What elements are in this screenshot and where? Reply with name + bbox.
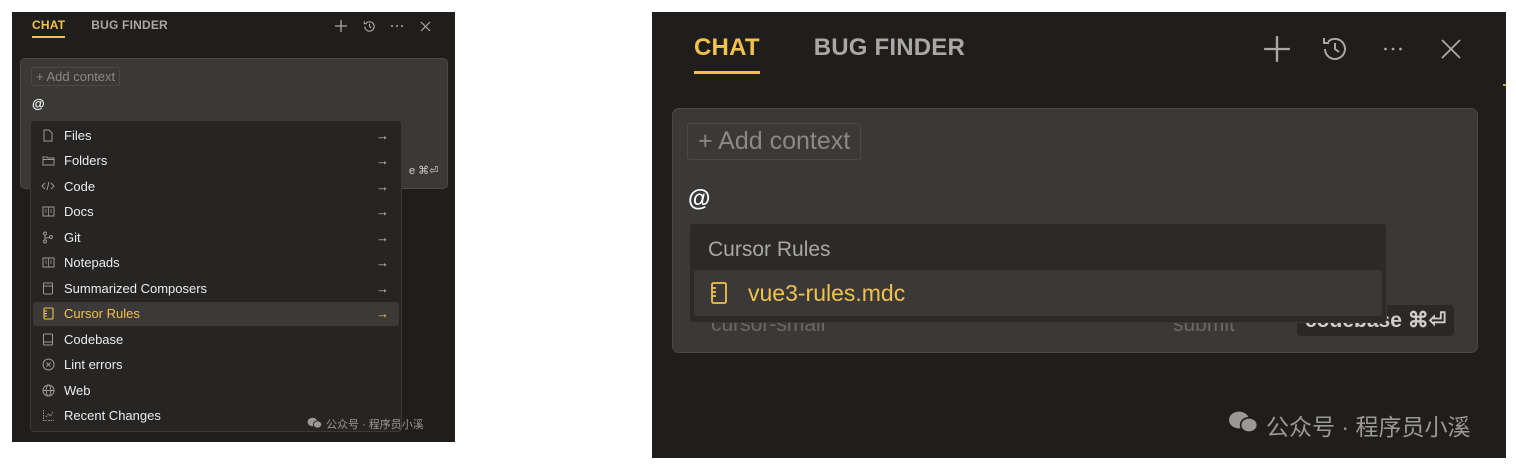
close-icon[interactable] (1432, 30, 1470, 68)
tab-bar-zoomed: CHAT BUG FINDER (694, 34, 965, 74)
folder-icon (41, 154, 55, 168)
chat-panel-right: CHAT BUG FINDER #p2 .tab.active::after{b… (652, 12, 1506, 458)
history-icon[interactable] (360, 17, 378, 35)
menu-item-label: Web (64, 382, 91, 398)
composer-icon (41, 281, 55, 295)
code-icon (41, 179, 55, 193)
menu-item-label: Code (64, 178, 96, 194)
toolbar (332, 17, 434, 35)
docs-icon (41, 205, 55, 219)
watermark-text: 公众号 · 程序员小溪 (1266, 414, 1471, 440)
arrow-right-icon: → (376, 127, 389, 143)
rule-item-label: vue3-rules.mdc (748, 279, 906, 306)
add-context-button[interactable]: + Add context (687, 123, 862, 160)
git-icon (41, 230, 55, 244)
menu-item-label: Notepads (64, 255, 120, 270)
codebase-icon (41, 332, 55, 346)
add-context-button[interactable]: + Add context (31, 67, 121, 86)
menu-item-code[interactable]: Code → (33, 174, 399, 198)
close-icon[interactable] (416, 17, 434, 35)
cursor-rules-menu: Cursor Rules vue3-rules.mdc (689, 223, 1387, 323)
rules-icon (710, 282, 728, 304)
watermark: 公众号 · 程序员小溪 (1228, 408, 1470, 442)
notepad-icon (41, 256, 55, 270)
more-icon[interactable] (388, 17, 406, 35)
arrow-right-icon: → (376, 153, 389, 168)
lint-icon (41, 358, 55, 372)
rules-icon (41, 307, 55, 321)
menu-item-notepads[interactable]: Notepads → (33, 251, 399, 275)
tab-chat[interactable]: CHAT (32, 18, 66, 38)
menu-item-lint-errors[interactable]: Lint errors (33, 353, 399, 377)
menu-item-label: Files (64, 127, 92, 143)
tab-chat[interactable]: CHAT (694, 34, 760, 74)
menu-item-summarized-composers[interactable]: Summarized Composers → (33, 276, 399, 300)
menu-item-label: Summarized Composers (64, 280, 208, 296)
focus-edge (1503, 84, 1506, 86)
history-icon[interactable] (1316, 30, 1354, 68)
menu-item-label: Codebase (64, 331, 124, 347)
mention-menu: Files → Folders → Code → Docs → Git → Notepads → Sum… (30, 120, 402, 432)
chat-panel-left: CHAT BUG FINDER #p1 .tab.active::after{b… (12, 12, 455, 442)
input-text: @ (688, 185, 711, 211)
arrow-right-icon: → (376, 204, 389, 219)
menu-item-codebase[interactable]: Codebase (33, 327, 399, 351)
watermark: 公众号 · 程序员小溪 (307, 416, 424, 432)
tab-bug-finder[interactable]: BUG FINDER (814, 34, 965, 62)
tab-bug-finder[interactable]: BUG FINDER (91, 18, 168, 32)
more-icon[interactable] (1374, 30, 1412, 68)
plus-icon[interactable] (1258, 30, 1296, 68)
codebase-hint: e ⌘⏎ (409, 165, 439, 177)
menu-item-label: Cursor Rules (64, 306, 140, 321)
plus-icon[interactable] (332, 17, 350, 35)
menu-item-web[interactable]: Web (33, 378, 399, 402)
menu-item-git[interactable]: Git → (33, 225, 399, 249)
changes-icon (41, 409, 55, 423)
menu-item-label: Recent Changes (64, 408, 161, 423)
toolbar-zoomed (1258, 30, 1470, 68)
arrow-right-icon: → (376, 306, 389, 321)
input-text: @ (32, 96, 45, 111)
menu-item-label: Git (64, 229, 81, 245)
arrow-right-icon: → (376, 280, 389, 296)
chat-input[interactable]: + Add context @ cursor-small submit code… (672, 108, 1478, 353)
menu-item-label: Docs (64, 204, 94, 219)
file-icon (41, 128, 55, 142)
wechat-icon (307, 417, 323, 432)
menu-item-cursor-rules[interactable]: Cursor Rules → (33, 301, 399, 326)
arrow-right-icon: → (376, 255, 389, 270)
arrow-right-icon: → (376, 178, 389, 194)
menu-item-docs[interactable]: Docs → (33, 200, 399, 224)
menu-item-folders[interactable]: Folders → (33, 149, 399, 173)
menu-item-files[interactable]: Files → (33, 123, 399, 147)
rule-item-vue3[interactable]: vue3-rules.mdc (694, 270, 1382, 316)
arrow-right-icon: → (376, 229, 389, 245)
menu-item-label: Folders (64, 153, 108, 168)
menu-header: Cursor Rules (708, 238, 831, 261)
wechat-icon (1228, 410, 1259, 440)
tab-bar: CHAT BUG FINDER (32, 18, 168, 38)
watermark-text: 公众号 · 程序员小溪 (326, 419, 424, 431)
globe-icon (41, 383, 55, 397)
menu-item-label: Lint errors (64, 357, 123, 372)
